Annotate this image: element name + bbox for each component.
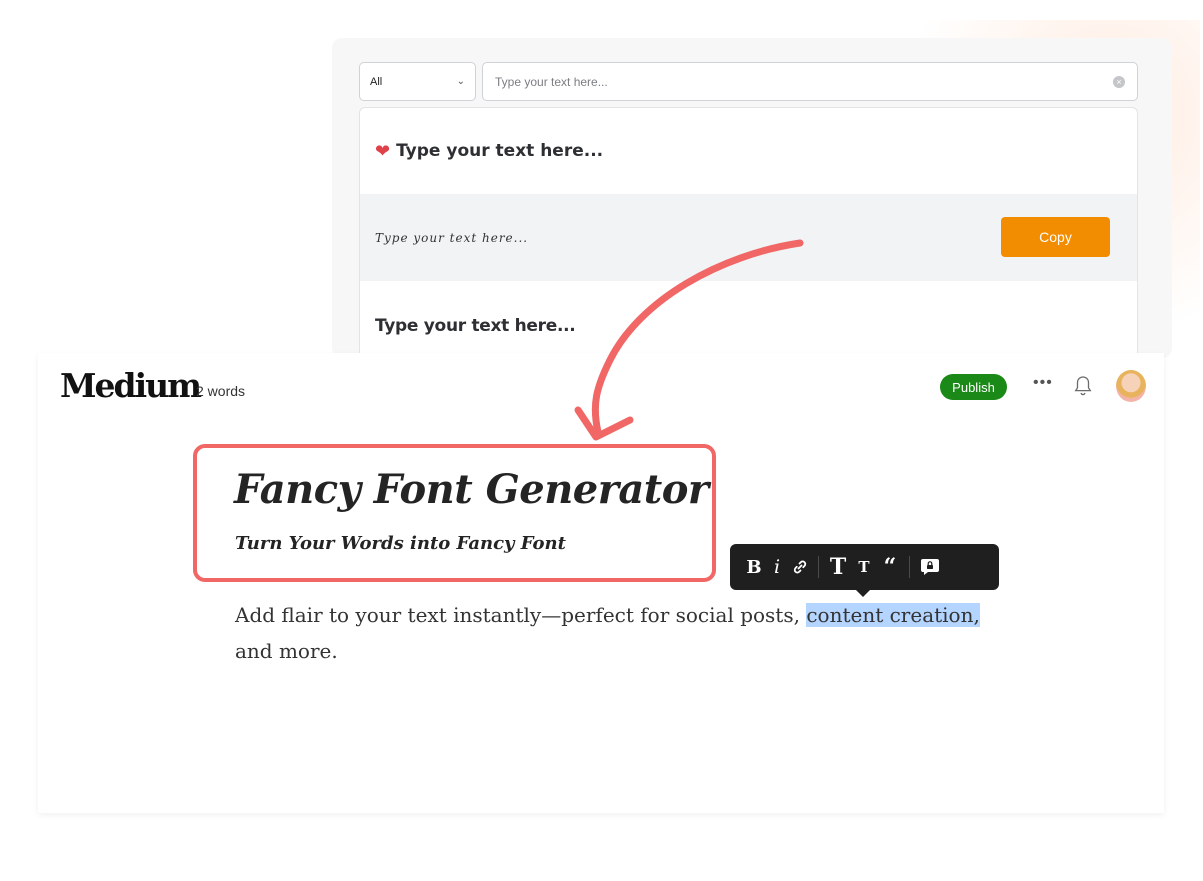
medium-logo[interactable]: Medium	[60, 366, 202, 405]
selected-text: content creation,	[806, 603, 980, 627]
text-input-placeholder: Type your text here...	[495, 74, 608, 89]
bell-icon[interactable]	[1073, 374, 1093, 398]
italic-button[interactable]: i	[766, 544, 788, 590]
result-text: Type your text here...	[375, 230, 529, 245]
text-input[interactable]: Type your text here... ×	[482, 62, 1138, 101]
private-note-icon[interactable]	[916, 544, 944, 590]
big-title-button[interactable]: T	[825, 544, 851, 590]
story-subtitle[interactable]: Turn Your Words into Fancy Font	[235, 533, 566, 554]
publish-button[interactable]: Publish	[940, 374, 1007, 400]
results-list: ❤ Type your text here... Type your text …	[359, 107, 1138, 357]
story-body[interactable]: Add flair to your text instantly—perfect…	[235, 597, 995, 669]
category-select[interactable]: All ⌄	[359, 62, 476, 101]
quote-button[interactable]: “	[877, 544, 903, 590]
copy-button[interactable]: Copy	[1001, 217, 1110, 257]
result-row[interactable]: Type your text here...	[360, 281, 1137, 357]
small-title-button[interactable]: T	[851, 544, 877, 590]
result-text: Type your text here...	[396, 141, 604, 161]
toolbar-divider	[909, 556, 910, 578]
heart-fire-icon: ❤	[375, 140, 391, 161]
format-toolbar: B i T T “	[730, 544, 999, 597]
toolbar-divider	[818, 556, 819, 578]
result-row[interactable]: Type your text here... Copy	[360, 194, 1137, 281]
more-options-icon[interactable]: •••	[1033, 374, 1053, 392]
highlight-frame	[193, 444, 716, 582]
word-count: 2 words	[196, 383, 246, 399]
link-icon[interactable]	[788, 544, 812, 590]
story-title[interactable]: Fancy Font Generator	[234, 466, 709, 513]
result-text: Type your text here...	[375, 316, 576, 336]
chevron-down-icon: ⌄	[456, 76, 465, 87]
category-select-value: All	[370, 75, 383, 88]
clear-icon[interactable]: ×	[1113, 75, 1125, 88]
body-text-end: and more.	[235, 639, 338, 663]
avatar[interactable]	[1116, 370, 1146, 402]
bold-button[interactable]: B	[742, 544, 766, 590]
result-row[interactable]: ❤ Type your text here...	[360, 108, 1137, 194]
body-text-start: Add flair to your text instantly—perfect…	[235, 603, 807, 627]
